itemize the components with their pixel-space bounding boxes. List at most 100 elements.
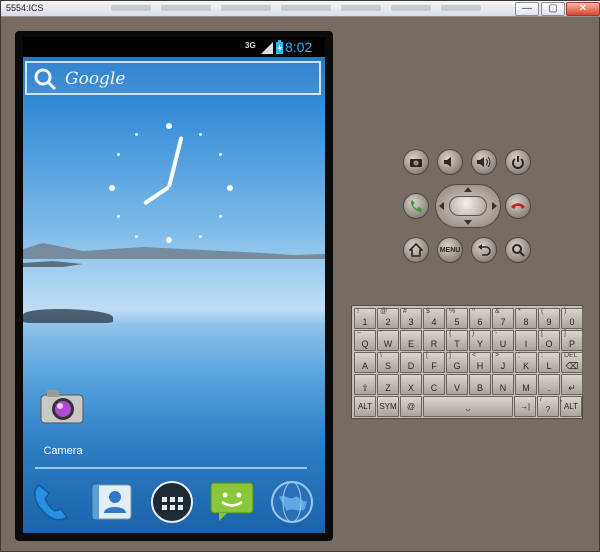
key-label: A [361,361,368,371]
key-label: U [499,339,507,349]
key[interactable]: } Y [469,330,491,351]
key[interactable]: [O [538,330,560,351]
key[interactable]: ] G [446,352,468,373]
tab-key[interactable]: →| [514,396,536,417]
end-call-button[interactable] [505,193,531,219]
call-button[interactable] [403,193,429,219]
clock-hour-marker [109,185,115,191]
dpad-up-icon[interactable] [464,187,472,192]
key[interactable]: & 7 [492,308,514,329]
key[interactable]: > J [492,352,514,373]
sym-key[interactable]: SYM [377,396,399,417]
key[interactable]: I [515,330,537,351]
key[interactable]: X [400,374,422,395]
key[interactable]: \ S [377,352,399,373]
alt-right-key[interactable]: ALT [560,396,582,417]
key[interactable]: :L [538,352,560,373]
key-label: Y [476,339,483,349]
key[interactable]: R [423,330,445,351]
key-secondary-label: DEL [564,352,578,359]
key-label: N [499,383,507,393]
key[interactable]: * 8 [515,308,537,329]
key[interactable]: ~ Q [354,330,376,351]
key[interactable]: ↵ [561,374,583,395]
key-label: L [546,361,552,371]
dpad-down-icon[interactable] [464,220,472,225]
key[interactable]: . [538,374,560,395]
key[interactable]: < H [469,352,491,373]
search-hw-button[interactable] [505,237,531,263]
key-secondary-label: # [403,308,407,315]
title-bar-ghost [221,5,271,11]
menu-button[interactable]: MENU [437,237,463,263]
google-search-bar[interactable]: Google [25,61,321,95]
key[interactable]: {T [446,330,468,351]
minimize-button[interactable]: — [515,2,539,16]
key[interactable]: Z [377,374,399,395]
phone-screen[interactable]: 3G 8:02 Google Camera [23,37,325,533]
dock-app-drawer[interactable] [149,479,195,525]
hardware-keyboard: ! 1 @2 #3 $4% 5 ^ 6 & 7 * 8(9) 0 ~ Q " W ´ E R{T} Y - U I[O] P A \… [351,305,583,419]
key[interactable]: " W [377,330,399,351]
power-button[interactable] [505,149,531,175]
key[interactable]: ; K [515,352,537,373]
key[interactable]: ⇧ [354,374,376,395]
key-secondary-label: \ [380,352,382,359]
clock-tick [135,133,138,136]
close-button[interactable]: ✕ [566,2,600,16]
key[interactable]: B [469,374,491,395]
key[interactable]: [F [423,352,445,373]
key-label: F [431,361,437,371]
dpad-right-icon[interactable] [492,202,497,210]
key[interactable]: ! 1 [354,308,376,329]
dock-phone[interactable] [29,479,75,525]
dpad-center-button[interactable] [449,196,487,216]
home-button[interactable] [403,237,429,263]
key[interactable]: $4 [423,308,445,329]
dock-contacts[interactable] [89,479,135,525]
title-bar[interactable]: 5554:ICS — ▢ ✕ [1,1,600,17]
dock-browser[interactable] [269,479,315,525]
key-label: ⇧ [361,383,369,393]
key-secondary-label: " [380,330,383,337]
key[interactable]: ´ E [400,330,422,351]
key-secondary-label: & [495,308,500,315]
key[interactable]: V [446,374,468,395]
title-bar-ghost [161,5,211,11]
search-icon [34,68,57,91]
key[interactable]: D [400,352,422,373]
dock-messaging[interactable] [209,479,255,525]
back-button[interactable] [471,237,497,263]
key-label: . [547,383,551,393]
volume-down-button[interactable] [437,149,463,175]
key[interactable]: @2 [377,308,399,329]
key-secondary-label: ! [357,308,359,315]
at-key[interactable]: @ [400,396,422,417]
battery-icon [276,40,283,54]
maximize-button[interactable]: ▢ [541,2,565,16]
key[interactable]: ) 0 [561,308,583,329]
analog-clock-widget[interactable] [109,123,233,243]
volume-up-button[interactable] [471,149,497,175]
key[interactable]: #3 [400,308,422,329]
alt-left-key[interactable]: ALT [354,396,376,417]
dpad-left-icon[interactable] [439,202,444,210]
key[interactable]: ^ 6 [469,308,491,329]
key[interactable]: -U [492,330,514,351]
key[interactable]: M [515,374,537,395]
key[interactable]: N [492,374,514,395]
question-key[interactable]: /? [537,396,559,417]
key[interactable]: A [354,352,376,373]
key[interactable]: C [423,374,445,395]
key-label: O [545,339,553,349]
space-key[interactable]: ⎵ [423,396,513,417]
key[interactable]: ] P [561,330,583,351]
key[interactable]: (9 [538,308,560,329]
key-secondary-label: ] [564,330,566,337]
camera-app-shortcut[interactable]: Camera [33,387,93,459]
key[interactable]: % 5 [446,308,468,329]
camera-hw-button[interactable] [403,149,429,175]
key-label: C [430,383,438,393]
key[interactable]: DEL ⌫ [561,352,583,373]
key-label: M [522,383,530,393]
